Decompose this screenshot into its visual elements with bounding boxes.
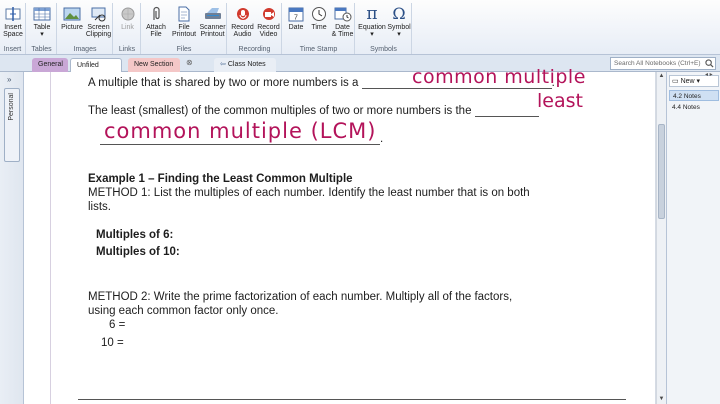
handwriting-lcm: common multiple (LCM) xyxy=(104,119,377,143)
back-arrow-icon: ⇦ xyxy=(220,61,226,68)
screen-clipping-button[interactable]: Screen Clipping xyxy=(85,3,112,45)
omega-icon: Ω xyxy=(392,4,406,23)
file-printout-button[interactable]: File Printout xyxy=(171,3,197,45)
multiples-of-10-label: Multiples of 10: xyxy=(96,246,180,258)
scroll-down-icon[interactable]: ▼ xyxy=(657,395,666,404)
page-item-4-4-notes[interactable]: 4.4 Notes xyxy=(669,102,719,113)
link-button[interactable]: Link xyxy=(116,3,139,45)
definition-text: The least (smallest) of the common multi… xyxy=(88,105,472,117)
factorization-6: 6 = xyxy=(109,319,126,331)
search-icon[interactable] xyxy=(705,59,714,68)
svg-text:7: 7 xyxy=(294,15,298,22)
notebook-navigation-rail: » Personal xyxy=(0,72,24,404)
new-tab-icon[interactable]: ⊗ xyxy=(186,58,193,67)
notebook-personal[interactable]: Personal xyxy=(4,88,20,162)
pi-icon: π xyxy=(366,4,378,24)
insert-space-icon xyxy=(4,6,22,22)
ribbon: Insert Space Insert Table ▾ Tables Pictu… xyxy=(0,0,720,55)
definition-lcm: The least (smallest) of the common multi… xyxy=(88,105,539,117)
tables-group: Table ▾ Tables xyxy=(27,3,57,54)
pane-scroll-arrows-icon[interactable]: ◂ ▸ xyxy=(705,71,713,78)
tab-new-section-1[interactable]: New Section 1 xyxy=(128,58,180,82)
page-margin-line xyxy=(50,72,51,404)
date-time-icon xyxy=(334,6,352,22)
vertical-scrollbar[interactable]: ▲ ▼ xyxy=(656,72,666,404)
method-2-line-2: using each common factor only once. xyxy=(88,305,279,317)
recording-group: Record Audio Record Video Recording xyxy=(228,3,282,54)
attach-file-icon xyxy=(147,6,165,22)
symbols-group: π Equation ▾ Ω Symbol ▾ Symbols xyxy=(356,3,412,54)
images-group: Picture Screen Clipping Images xyxy=(58,3,113,54)
table-icon xyxy=(33,6,51,22)
picture-icon xyxy=(63,6,81,22)
new-page-icon: ▭ xyxy=(672,78,679,85)
links-group: Link Links xyxy=(114,3,141,54)
attach-file-button[interactable]: Attach File xyxy=(144,3,168,45)
multiples-of-6-label: Multiples of 6: xyxy=(96,229,174,241)
tab-general[interactable]: General xyxy=(32,58,68,72)
date-button[interactable]: 7 Date xyxy=(285,3,307,45)
tab-class-notes[interactable]: ⇦ Class Notes xyxy=(214,58,276,72)
time-button[interactable]: Time xyxy=(308,3,330,45)
scroll-thumb[interactable] xyxy=(658,124,665,219)
record-video-button[interactable]: Record Video xyxy=(256,3,281,45)
insert-space-button[interactable]: Insert Space xyxy=(1,3,25,45)
clock-icon xyxy=(310,6,328,22)
file-printout-icon xyxy=(175,6,193,22)
period: . xyxy=(380,133,384,145)
equation-button[interactable]: π Equation ▾ xyxy=(358,3,386,45)
fill-in-blank-2 xyxy=(474,105,539,117)
method-1-line-1: METHOD 1: List the multiples of each num… xyxy=(88,187,530,199)
handwriting-common-multiple: common multiple xyxy=(412,66,586,88)
page-item-4-2-notes[interactable]: 4.2 Notes xyxy=(669,90,719,101)
record-audio-button[interactable]: Record Audio xyxy=(230,3,255,45)
screen-clipping-icon xyxy=(90,6,108,22)
search-placeholder: Search All Notebooks (Ctrl+E) xyxy=(614,60,701,67)
date-time-button[interactable]: Date & Time xyxy=(331,3,354,45)
example-title: Example 1 – Finding the Least Common Mul… xyxy=(88,173,353,185)
scroll-up-icon[interactable]: ▲ xyxy=(657,72,666,81)
bottom-rule xyxy=(78,399,626,400)
expand-navigation-icon[interactable]: » xyxy=(7,75,11,84)
link-icon xyxy=(119,6,137,22)
table-button[interactable]: Table ▾ xyxy=(30,3,54,45)
method-2-line-1: METHOD 2: Write the prime factorization … xyxy=(88,291,513,303)
picture-button[interactable]: Picture xyxy=(60,3,84,45)
scanner-printout-button[interactable]: Scanner Printout xyxy=(199,3,226,45)
new-page-label: New ▾ xyxy=(680,78,701,85)
scanner-printout-icon xyxy=(204,6,222,22)
definition-text: A multiple that is shared by two or more… xyxy=(88,77,359,89)
handwriting-least: least xyxy=(537,90,583,112)
files-group: Attach File File Printout Scanner Printo… xyxy=(142,3,227,54)
tab-unfiled-notes[interactable]: Unfiled Notes xyxy=(70,58,122,83)
symbol-button[interactable]: Ω Symbol ▾ xyxy=(387,3,411,45)
record-audio-icon xyxy=(234,6,252,22)
time-stamp-group: 7 Date Time Date & Time Time Stamp xyxy=(283,3,355,54)
page-list-pane: ▭ New ▾ ◂ ▸ 4.2 Notes 4.4 Notes xyxy=(666,72,720,404)
method-1-line-2: lists. xyxy=(88,201,111,213)
search-input[interactable]: Search All Notebooks (Ctrl+E) xyxy=(610,57,716,70)
insert-group: Insert Space Insert xyxy=(0,3,26,54)
notebook-personal-label: Personal xyxy=(8,93,15,121)
tab-class-notes-label: Class Notes xyxy=(227,61,266,68)
record-video-icon xyxy=(260,6,278,22)
factorization-10: 10 = xyxy=(101,337,124,349)
calendar-icon: 7 xyxy=(287,6,305,22)
